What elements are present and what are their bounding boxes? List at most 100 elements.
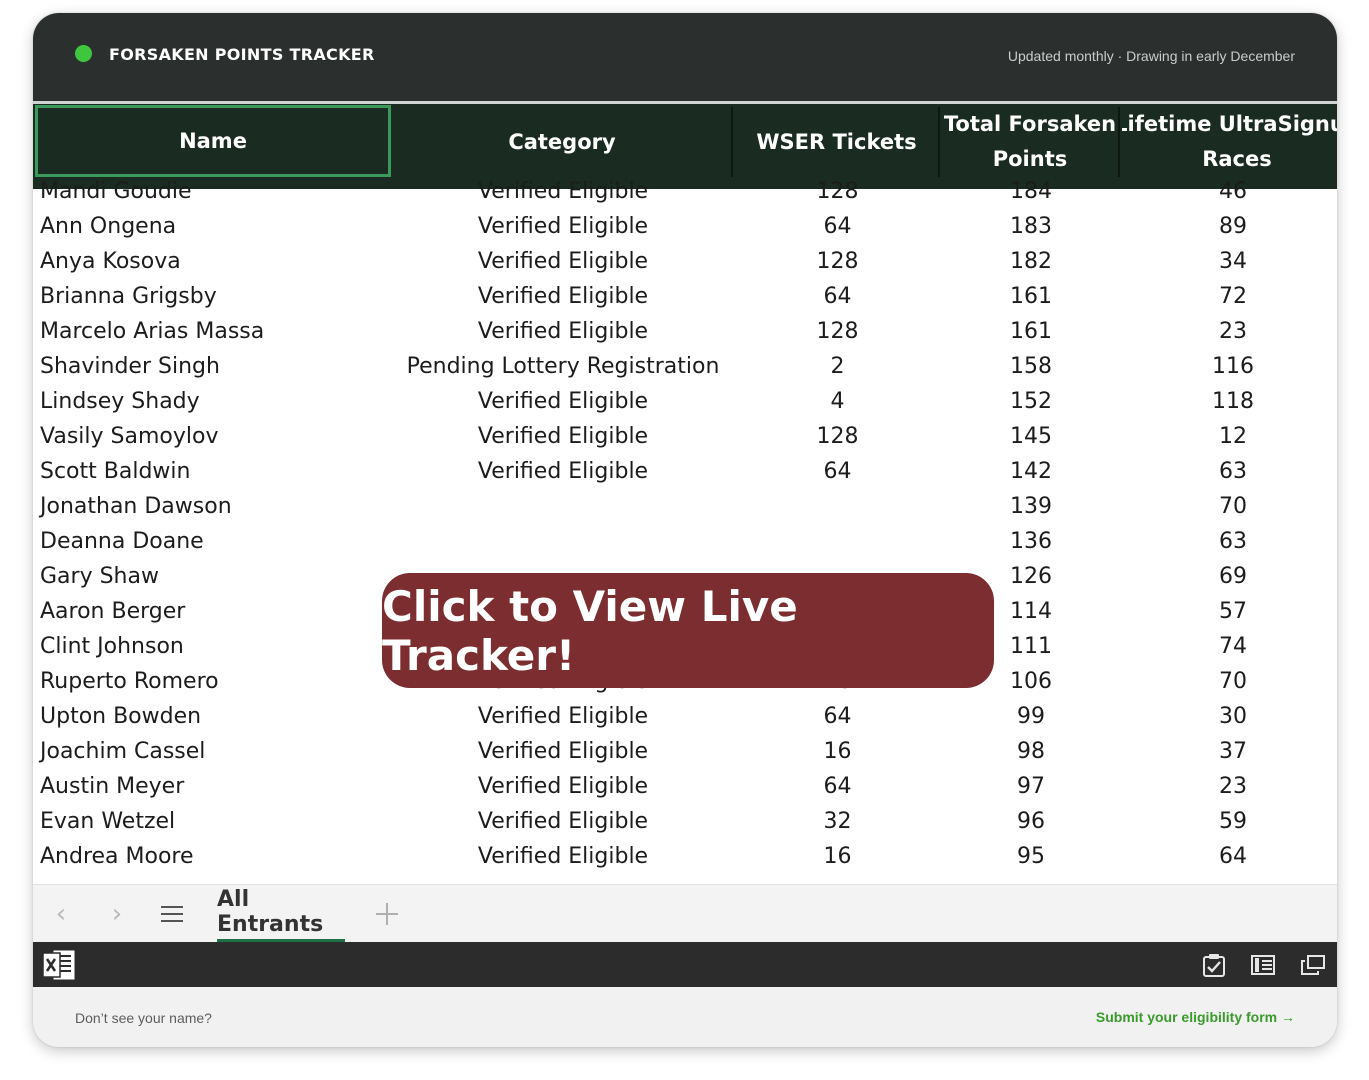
column-header-tickets[interactable]: WSER Tickets — [735, 107, 940, 177]
cell-category[interactable]: Verified Eligible — [393, 804, 733, 839]
cell-races[interactable]: 46 — [1122, 174, 1337, 209]
table-row[interactable]: Lindsey Shady Verified Eligible 4 152 118 — [33, 384, 1337, 419]
cell-races[interactable]: 70 — [1122, 664, 1337, 699]
cell-races[interactable]: 30 — [1122, 699, 1337, 734]
checklist-icon[interactable] — [1201, 952, 1227, 978]
cell-tickets[interactable]: 16 — [735, 734, 940, 769]
cell-races[interactable]: 63 — [1122, 524, 1337, 559]
cell-races[interactable]: 116 — [1122, 349, 1337, 384]
hamburger-menu-icon[interactable] — [159, 899, 185, 929]
cell-name[interactable]: Marcelo Arias Massa — [40, 314, 264, 349]
reading-view-icon[interactable] — [1250, 952, 1276, 978]
cell-category[interactable]: Verified Eligible — [393, 769, 733, 804]
cell-name[interactable]: Evan Wetzel — [40, 804, 175, 839]
cell-tickets[interactable] — [735, 524, 940, 559]
column-header-points[interactable]: Total Forsaken Points — [942, 107, 1120, 177]
table-row[interactable]: Ann Ongena Verified Eligible 64 183 89 — [33, 209, 1337, 244]
cell-races[interactable]: 64 — [1122, 839, 1337, 874]
table-row[interactable]: Marcelo Arias Massa Verified Eligible 128 1… — [33, 314, 1337, 349]
tab-all-entrants[interactable]: All Entrants — [217, 885, 345, 943]
cell-points[interactable]: 95 — [942, 839, 1120, 874]
cell-category[interactable] — [393, 524, 733, 559]
cell-name[interactable]: Upton Bowden — [40, 699, 201, 734]
table-row[interactable]: Vasily Samoylov Verified Eligible 128 145 12 — [33, 419, 1337, 454]
plus-icon[interactable] — [373, 899, 401, 929]
cell-races[interactable]: 57 — [1122, 594, 1337, 629]
spreadsheet[interactable]: Name Category WSER Tickets Total Forsake… — [33, 101, 1337, 884]
cell-name[interactable]: Deanna Doane — [40, 524, 204, 559]
excel-logo-icon[interactable] — [41, 947, 77, 983]
cell-name[interactable]: Gary Shaw — [40, 559, 159, 594]
cell-points[interactable]: 142 — [942, 454, 1120, 489]
cell-category[interactable]: Verified Eligible — [393, 279, 733, 314]
table-row[interactable]: Upton Bowden Verified Eligible 64 99 30 — [33, 699, 1337, 734]
cell-category[interactable]: Pending Lottery Registration — [393, 349, 733, 384]
column-header-races[interactable]: Lifetime UltraSignup Races — [1122, 107, 1337, 177]
cell-category[interactable]: Verified Eligible — [393, 699, 733, 734]
cell-races[interactable]: 69 — [1122, 559, 1337, 594]
cell-name[interactable]: Austin Meyer — [40, 769, 184, 804]
cell-category[interactable]: Verified Eligible — [393, 419, 733, 454]
cell-category[interactable]: Verified Eligible — [393, 244, 733, 279]
cell-tickets[interactable]: 16 — [735, 839, 940, 874]
view-live-tracker-button[interactable]: Click to View Live Tracker! — [382, 573, 994, 688]
cell-points[interactable]: 97 — [942, 769, 1120, 804]
cell-name[interactable]: Anya Kosova — [40, 244, 181, 279]
cell-points[interactable]: 136 — [942, 524, 1120, 559]
cell-name[interactable]: Andrea Moore — [40, 839, 194, 874]
cell-points[interactable]: 158 — [942, 349, 1120, 384]
cell-tickets[interactable]: 64 — [735, 279, 940, 314]
cell-races[interactable]: 12 — [1122, 419, 1337, 454]
popout-icon[interactable] — [1300, 952, 1326, 978]
cell-races[interactable]: 23 — [1122, 314, 1337, 349]
table-row[interactable]: Austin Meyer Verified Eligible 64 97 23 — [33, 769, 1337, 804]
cell-name[interactable]: Ruperto Romero — [40, 664, 219, 699]
cell-name[interactable]: Joachim Cassel — [40, 734, 205, 769]
cell-races[interactable]: 72 — [1122, 279, 1337, 314]
cell-points[interactable]: 98 — [942, 734, 1120, 769]
cell-races[interactable]: 59 — [1122, 804, 1337, 839]
table-row[interactable]: Andrea Moore Verified Eligible 16 95 64 — [33, 839, 1337, 874]
cell-category[interactable]: Verified Eligible — [393, 314, 733, 349]
cell-points[interactable]: 182 — [942, 244, 1120, 279]
cell-name[interactable]: Shavinder Singh — [40, 349, 220, 384]
cell-name[interactable]: Lindsey Shady — [40, 384, 200, 419]
cell-tickets[interactable]: 32 — [735, 804, 940, 839]
table-row[interactable]: Mandi Goudie Verified Eligible 128 184 46 — [33, 174, 1337, 209]
cell-races[interactable]: 70 — [1122, 489, 1337, 524]
cell-tickets[interactable]: 128 — [735, 174, 940, 209]
cell-points[interactable]: 161 — [942, 314, 1120, 349]
cell-points[interactable]: 161 — [942, 279, 1120, 314]
cell-name[interactable]: Vasily Samoylov — [40, 419, 218, 454]
column-header-category[interactable]: Category — [393, 107, 733, 177]
table-row[interactable]: Shavinder Singh Pending Lottery Registrat… — [33, 349, 1337, 384]
cell-points[interactable]: 139 — [942, 489, 1120, 524]
cell-points[interactable]: 184 — [942, 174, 1120, 209]
cell-name[interactable]: Clint Johnson — [40, 629, 184, 664]
cell-tickets[interactable]: 4 — [735, 384, 940, 419]
cell-tickets[interactable]: 128 — [735, 244, 940, 279]
table-row[interactable]: Brianna Grigsby Verified Eligible 64 161 72 — [33, 279, 1337, 314]
cell-tickets[interactable]: 128 — [735, 314, 940, 349]
cell-tickets[interactable]: 64 — [735, 769, 940, 804]
table-row[interactable]: Jonathan Dawson 139 70 — [33, 489, 1337, 524]
table-row[interactable]: Evan Wetzel Verified Eligible 32 96 59 — [33, 804, 1337, 839]
cell-tickets[interactable]: 2 — [735, 349, 940, 384]
cell-tickets[interactable]: 128 — [735, 419, 940, 454]
cell-races[interactable]: 34 — [1122, 244, 1337, 279]
cell-name[interactable]: Scott Baldwin — [40, 454, 190, 489]
cell-category[interactable]: Verified Eligible — [393, 174, 733, 209]
table-row[interactable]: Anya Kosova Verified Eligible 128 182 34 — [33, 244, 1337, 279]
cell-races[interactable]: 63 — [1122, 454, 1337, 489]
cell-name[interactable]: Jonathan Dawson — [40, 489, 232, 524]
cell-points[interactable]: 152 — [942, 384, 1120, 419]
chevron-left-icon[interactable]: ‹ — [49, 899, 73, 929]
table-row[interactable]: Joachim Cassel Verified Eligible 16 98 37 — [33, 734, 1337, 769]
cell-category[interactable]: Verified Eligible — [393, 209, 733, 244]
cell-category[interactable]: Verified Eligible — [393, 734, 733, 769]
cell-tickets[interactable]: 64 — [735, 209, 940, 244]
cell-races[interactable]: 118 — [1122, 384, 1337, 419]
chevron-right-icon[interactable]: › — [105, 899, 129, 929]
cell-points[interactable]: 145 — [942, 419, 1120, 454]
table-row[interactable]: Deanna Doane 136 63 — [33, 524, 1337, 559]
